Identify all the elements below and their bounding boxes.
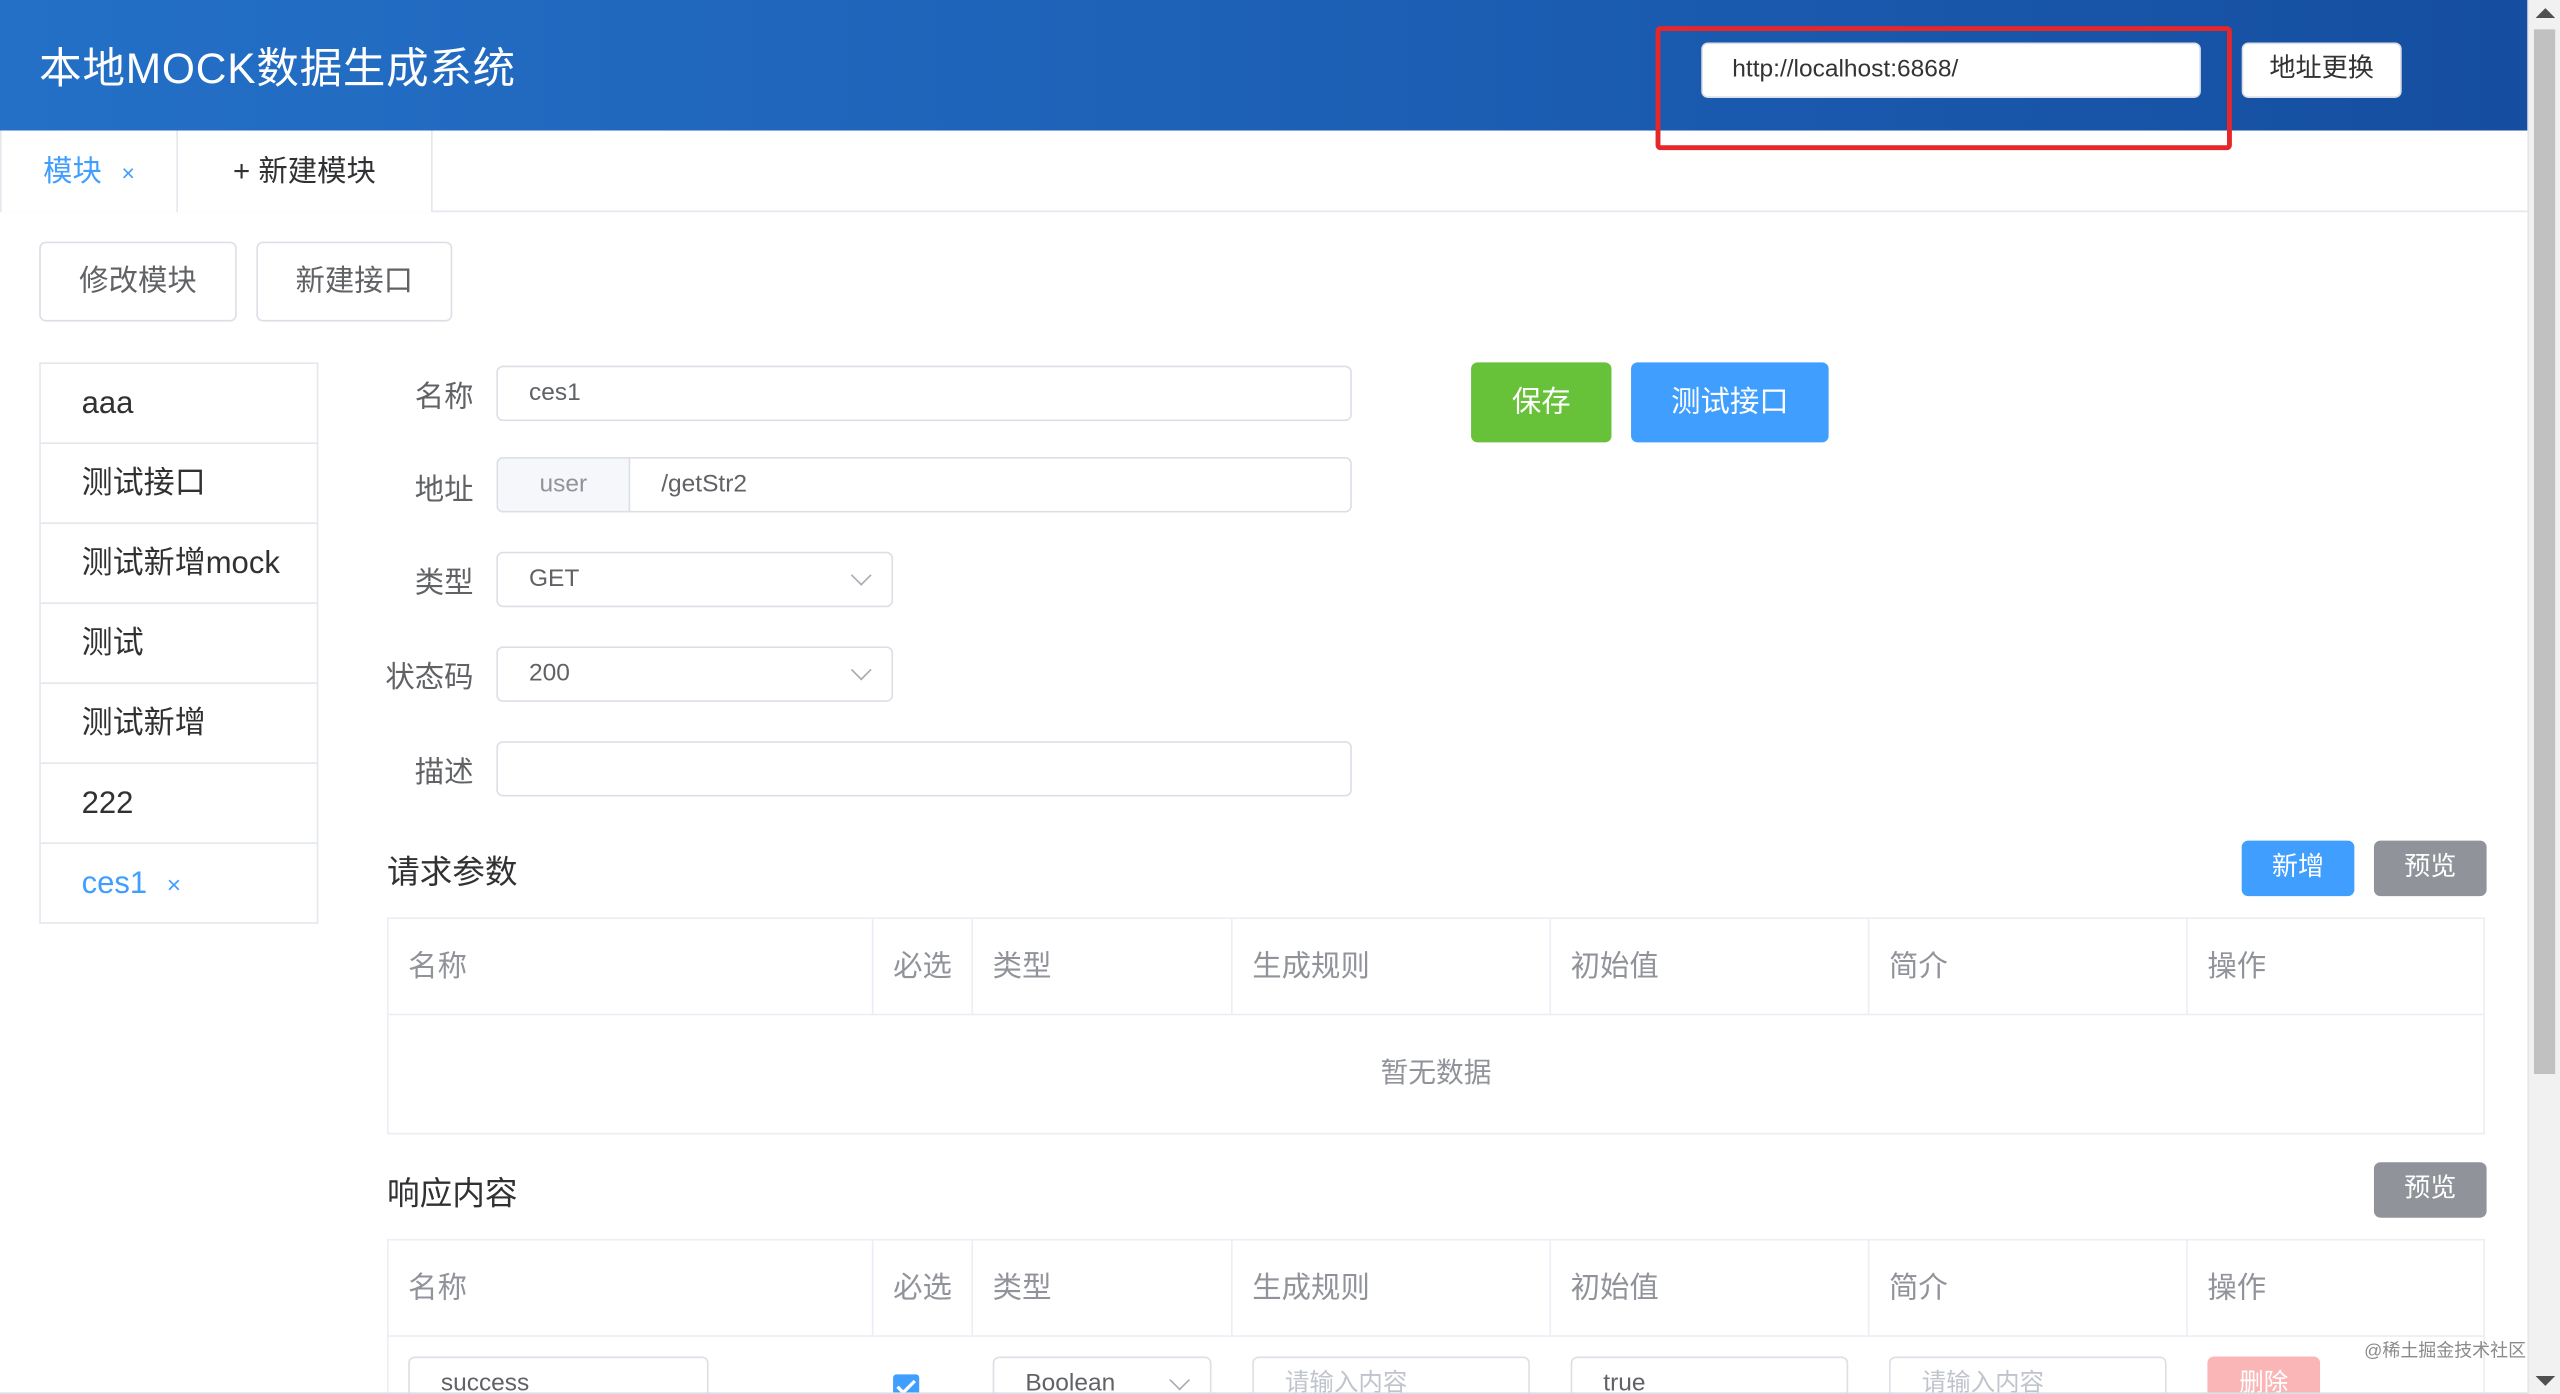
status-label: 状态码 <box>385 661 474 694</box>
response-table: 名称 必选 类型 生成规则 初始值 简介 操作 success Boolean … <box>386 1238 2485 1394</box>
scroll-thumb[interactable] <box>2533 29 2556 1075</box>
vertical-scrollbar[interactable] <box>2527 0 2560 1394</box>
col-type: 类型 <box>973 1240 1233 1337</box>
response-preview-button[interactable]: 预览 <box>2373 1162 2487 1218</box>
request-params-title: 请求参数 <box>386 855 518 892</box>
field-type-value: Boolean <box>1025 1369 1116 1394</box>
required-checkbox[interactable] <box>893 1374 920 1394</box>
list-item[interactable]: aaa <box>40 364 317 444</box>
desc-label: 描述 <box>414 755 474 789</box>
app-title: 本地MOCK数据生成系统 <box>39 44 516 94</box>
request-params-table: 名称 必选 类型 生成规则 初始值 简介 操作 暂无数据 <box>386 917 2485 1135</box>
name-input[interactable]: ces1 <box>496 365 1352 422</box>
desc-input[interactable] <box>496 741 1352 797</box>
empty-text: 暂无数据 <box>1380 1057 1492 1089</box>
name-label: 名称 <box>414 380 474 413</box>
table-header: 名称 必选 类型 生成规则 初始值 简介 操作 <box>388 918 2484 1016</box>
method-select[interactable]: GET <box>496 551 894 608</box>
new-api-button[interactable]: 新建接口 <box>256 241 453 322</box>
scroll-up-arrow-icon[interactable] <box>2535 8 2556 18</box>
type-label: 类型 <box>414 566 474 600</box>
col-name: 名称 <box>389 1240 874 1337</box>
watermark: @稀土掘金技术社区 <box>2364 1341 2527 1362</box>
col-name: 名称 <box>389 918 874 1016</box>
delete-button[interactable]: 删除 <box>2207 1356 2321 1394</box>
chevron-down-icon <box>850 564 872 586</box>
new-module-tab[interactable]: + 新建模块 <box>177 130 433 213</box>
edit-module-button[interactable]: 修改模块 <box>39 241 237 322</box>
request-preview-button[interactable]: 预览 <box>2373 840 2487 897</box>
rule-input[interactable]: 请输入内容 <box>1252 1356 1530 1394</box>
status-select-value: 200 <box>528 659 570 688</box>
list-item[interactable]: 222 <box>40 764 317 844</box>
col-initial: 初始值 <box>1551 1240 1870 1337</box>
save-button[interactable]: 保存 <box>1471 362 1612 443</box>
col-intro: 简介 <box>1869 918 2188 1016</box>
field-type-select[interactable]: Boolean <box>992 1356 1212 1394</box>
address-prefix: user <box>496 457 629 513</box>
chevron-down-icon <box>1169 1369 1191 1391</box>
table-header: 名称 必选 类型 生成规则 初始值 简介 操作 <box>388 1240 2484 1337</box>
col-required: 必选 <box>873 918 974 1016</box>
close-icon[interactable]: × <box>121 160 134 186</box>
close-icon[interactable]: × <box>167 872 181 900</box>
field-name-input[interactable]: success <box>408 1356 709 1394</box>
switch-url-button[interactable]: 地址更换 <box>2241 42 2402 98</box>
api-list: aaa 测试接口 测试新增mock 测试 测试新增 222 ces1 × <box>39 362 319 924</box>
method-select-value: GET <box>528 564 580 593</box>
col-actions: 操作 <box>2207 1271 2267 1305</box>
col-required: 必选 <box>873 1240 974 1337</box>
table-row: success Boolean 请输入内容 true 请输入内容 删除 <box>389 1337 2484 1394</box>
scroll-down-arrow-icon[interactable] <box>2535 1376 2556 1386</box>
list-item-active[interactable]: ces1 × <box>40 844 317 924</box>
tab-module-label: 模块 <box>43 155 102 188</box>
initial-input[interactable]: true <box>1570 1356 1849 1394</box>
highlight-annotation <box>1655 26 2232 151</box>
col-type: 类型 <box>973 918 1233 1016</box>
address-input[interactable]: /getStr2 <box>628 457 1352 513</box>
col-initial: 初始值 <box>1551 918 1870 1016</box>
list-item-label: ces1 <box>81 866 148 902</box>
list-item[interactable]: 测试新增 <box>40 684 317 764</box>
col-rule: 生成规则 <box>1233 1240 1552 1337</box>
chevron-down-icon <box>850 659 872 681</box>
list-item[interactable]: 测试接口 <box>40 444 317 524</box>
response-title: 响应内容 <box>386 1176 518 1213</box>
tab-module[interactable]: 模块 × <box>0 130 178 213</box>
add-param-button[interactable]: 新增 <box>2241 840 2355 897</box>
col-rule: 生成规则 <box>1233 918 1552 1016</box>
test-api-button[interactable]: 测试接口 <box>1631 362 1829 443</box>
list-item[interactable]: 测试 <box>40 604 317 684</box>
status-select[interactable]: 200 <box>496 646 894 702</box>
col-intro: 简介 <box>1869 1240 2188 1337</box>
intro-input[interactable]: 请输入内容 <box>1889 1356 2167 1394</box>
list-item[interactable]: 测试新增mock <box>40 524 317 604</box>
col-actions: 操作 <box>2207 949 2267 983</box>
address-label: 地址 <box>414 473 474 507</box>
